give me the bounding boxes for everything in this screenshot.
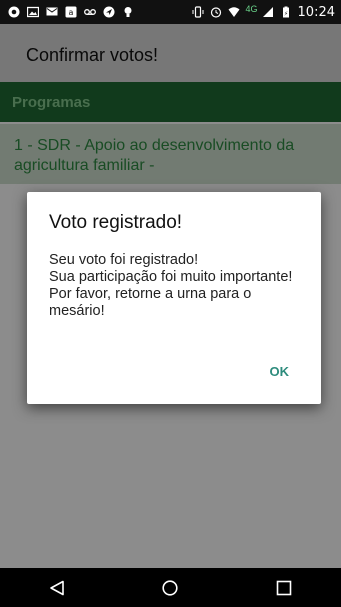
voicemail-icon: [84, 9, 96, 15]
battery-icon: ⚡: [282, 6, 289, 18]
back-button[interactable]: [37, 568, 77, 607]
svg-text:a: a: [69, 8, 74, 17]
send-icon: [103, 6, 115, 18]
back-icon: [50, 580, 64, 595]
network-type-label: 4G: [245, 4, 258, 14]
alert-dialog: Voto registrado! Seu voto foi registrado…: [27, 192, 321, 404]
svg-text:⚡: ⚡: [283, 11, 287, 18]
message-icon: [46, 7, 58, 16]
recents-icon: [276, 580, 292, 595]
signal-icon: [262, 7, 273, 17]
ok-button[interactable]: OK: [270, 364, 290, 379]
app-circle-icon: [8, 6, 20, 18]
alarm-icon: [210, 7, 221, 18]
navigation-bar: [0, 568, 341, 607]
recents-button[interactable]: [264, 568, 304, 607]
home-icon: [162, 579, 179, 596]
status-bar: a 4G ⚡ 10:24: [0, 0, 341, 24]
status-time: 10:24: [297, 4, 335, 20]
home-button[interactable]: [150, 568, 190, 607]
vibrate-icon: [192, 6, 204, 18]
image-icon: [27, 6, 39, 18]
dialog-title: Voto registrado!: [49, 212, 183, 233]
wifi-icon: [228, 7, 240, 17]
dialog-message: Seu voto foi registrado! Sua participação…: [49, 252, 293, 319]
amazon-a-icon: a: [65, 6, 77, 18]
bulb-icon: [124, 7, 132, 17]
